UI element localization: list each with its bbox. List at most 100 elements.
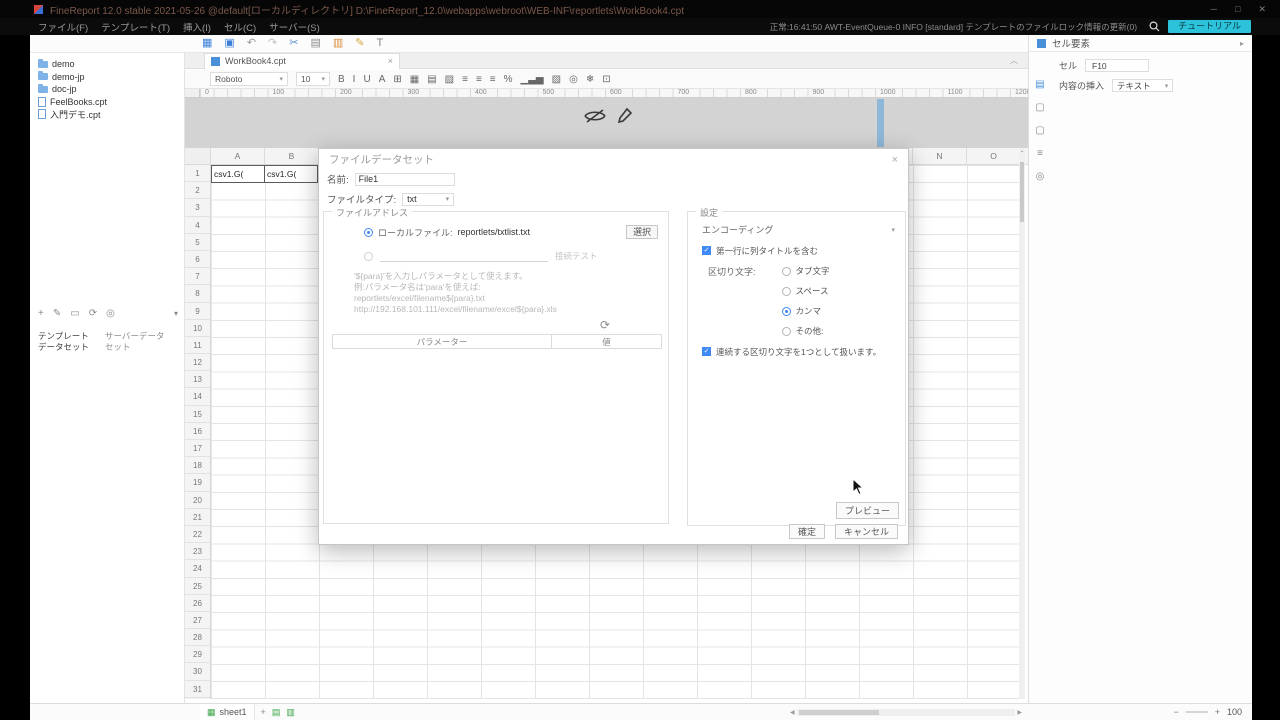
scroll-position-marker[interactable]: [877, 99, 884, 147]
cancel-button[interactable]: キャンセル: [834, 524, 898, 539]
preview-dataset-icon[interactable]: ◎: [106, 308, 115, 319]
zoom-in-button[interactable]: +: [1215, 707, 1220, 717]
template-tab[interactable]: WorkBook4.cpt ×: [204, 52, 400, 69]
chart-insert-button[interactable]: ▁▃▅: [521, 74, 544, 85]
grid-cell-B1[interactable]: csv1.G(: [264, 165, 318, 183]
italic-button[interactable]: I: [353, 74, 356, 85]
collapse-toolbar-icon[interactable]: ︿: [1010, 55, 1018, 66]
redo-icon[interactable]: ↷: [268, 38, 277, 49]
row-header[interactable]: 7: [185, 268, 210, 286]
menu-item[interactable]: テンプレート(T): [101, 20, 170, 34]
first-row-title-checkbox[interactable]: ✓: [702, 246, 711, 255]
grid-cell-A1[interactable]: csv1.G(: [211, 165, 265, 183]
freeze-button[interactable]: ❄: [586, 74, 594, 85]
paste-icon[interactable]: ▥: [333, 38, 343, 49]
delimiter-option[interactable]: タブ文字: [781, 265, 830, 277]
column-header[interactable]: O: [967, 148, 1021, 164]
scroll-left-icon[interactable]: ◀: [790, 709, 795, 716]
page-setup-icon[interactable]: ▥: [286, 707, 295, 717]
expand-panel-icon[interactable]: ▸: [1240, 39, 1244, 48]
cell-element-header[interactable]: セル要素 ▸: [1029, 35, 1252, 52]
align-right-button[interactable]: ≡: [490, 74, 496, 85]
chart-element-icon[interactable]: ▢: [1033, 123, 1047, 137]
horizontal-scroll-thumb[interactable]: [798, 710, 879, 715]
dashed-border-button[interactable]: ▦: [410, 74, 419, 85]
format-painter-icon[interactable]: ✎: [355, 38, 364, 49]
edit-pencil-icon[interactable]: [617, 107, 633, 130]
clear-format-icon[interactable]: T: [377, 38, 384, 49]
row-header[interactable]: 20: [185, 492, 210, 509]
tree-item[interactable]: demo: [38, 58, 184, 71]
row-header[interactable]: 14: [185, 388, 210, 406]
radio-icon[interactable]: [781, 306, 791, 316]
delimiter-option[interactable]: スペース: [781, 285, 830, 297]
test-connection-label[interactable]: 接続テスト: [555, 250, 598, 262]
menu-item[interactable]: 挿入(I): [183, 20, 211, 34]
choose-file-button[interactable]: 選択: [625, 225, 658, 239]
column-header[interactable]: B: [265, 148, 319, 164]
save-icon[interactable]: ▣: [224, 38, 234, 49]
underline-button[interactable]: U: [363, 74, 370, 85]
align-center-button[interactable]: ≡: [476, 74, 482, 85]
merge-cells-button[interactable]: ▤: [427, 74, 436, 85]
row-header[interactable]: 6: [185, 251, 210, 269]
refresh-params-icon[interactable]: ⟳: [600, 318, 610, 332]
template-web-settings-icon[interactable]: ▦: [202, 38, 212, 49]
tutorial-button[interactable]: チュートリアル: [1168, 20, 1251, 33]
row-header[interactable]: 3: [185, 199, 210, 217]
row-header[interactable]: 22: [185, 526, 210, 544]
add-sheet-button[interactable]: +: [261, 707, 266, 717]
collapse-dataset-icon[interactable]: ▾: [174, 309, 178, 318]
row-header[interactable]: 4: [185, 217, 210, 234]
row-header[interactable]: 16: [185, 423, 210, 440]
tree-item[interactable]: FeelBooks.cpt: [38, 96, 184, 109]
row-header[interactable]: 29: [185, 646, 210, 664]
row-header[interactable]: 30: [185, 663, 210, 681]
radio-icon[interactable]: [781, 266, 791, 276]
scroll-up-icon[interactable]: ⌃: [1019, 150, 1025, 158]
undo-icon[interactable]: ↶: [247, 38, 256, 49]
radio-icon[interactable]: [781, 286, 791, 296]
scroll-right-icon[interactable]: ▶: [1017, 709, 1022, 716]
menu-item[interactable]: ファイル(F): [38, 20, 88, 34]
row-header[interactable]: 13: [185, 371, 210, 389]
horizontal-scroll-track[interactable]: [796, 709, 1016, 716]
delimiter-option[interactable]: カンマ: [781, 305, 830, 317]
vertical-scrollbar-thumb[interactable]: [1020, 162, 1024, 222]
row-header[interactable]: 5: [185, 234, 210, 251]
font-size-select[interactable]: 10 ▾: [296, 72, 330, 86]
row-header[interactable]: 11: [185, 337, 210, 355]
row-header[interactable]: 31: [185, 681, 210, 698]
column-header[interactable]: A: [211, 148, 265, 164]
column-header[interactable]: N: [913, 148, 967, 164]
row-header[interactable]: 19: [185, 474, 210, 492]
row-header[interactable]: 23: [185, 543, 210, 561]
image-insert-button[interactable]: ▧: [552, 74, 561, 85]
insert-content-select[interactable]: テキスト ▾: [1112, 79, 1174, 92]
delimiter-option[interactable]: その他:: [781, 325, 830, 337]
close-button[interactable]: ✕: [1258, 4, 1266, 15]
select-all-corner[interactable]: [185, 148, 211, 164]
row-header[interactable]: 26: [185, 595, 210, 612]
refresh-dataset-icon[interactable]: ⟳: [89, 308, 97, 319]
tree-item[interactable]: doc-jp: [38, 83, 184, 96]
copy-icon[interactable]: ▤: [310, 38, 320, 49]
tree-item[interactable]: 入門デモ.cpt: [38, 108, 184, 121]
encoding-select[interactable]: エンコーディング ▾: [702, 223, 895, 236]
border-pen-button[interactable]: ⊡: [602, 74, 610, 85]
file-type-select[interactable]: txt ▾: [402, 192, 455, 206]
eye-off-icon[interactable]: [583, 108, 607, 129]
row-header[interactable]: 2: [185, 182, 210, 200]
formula-element-icon[interactable]: ▢: [1033, 100, 1047, 114]
link-element-icon[interactable]: ◎: [1033, 169, 1047, 183]
bold-button[interactable]: B: [338, 74, 345, 85]
row-header[interactable]: 24: [185, 560, 210, 578]
align-left-button[interactable]: ≡: [462, 74, 468, 85]
local-file-radio[interactable]: [364, 227, 373, 237]
row-header[interactable]: 15: [185, 406, 210, 423]
image-element-icon[interactable]: ≡: [1033, 146, 1047, 160]
row-header[interactable]: 18: [185, 457, 210, 475]
maximize-button[interactable]: □: [1235, 4, 1240, 15]
vertical-scrollbar[interactable]: ⌃: [1019, 148, 1025, 699]
row-header[interactable]: 17: [185, 440, 210, 458]
